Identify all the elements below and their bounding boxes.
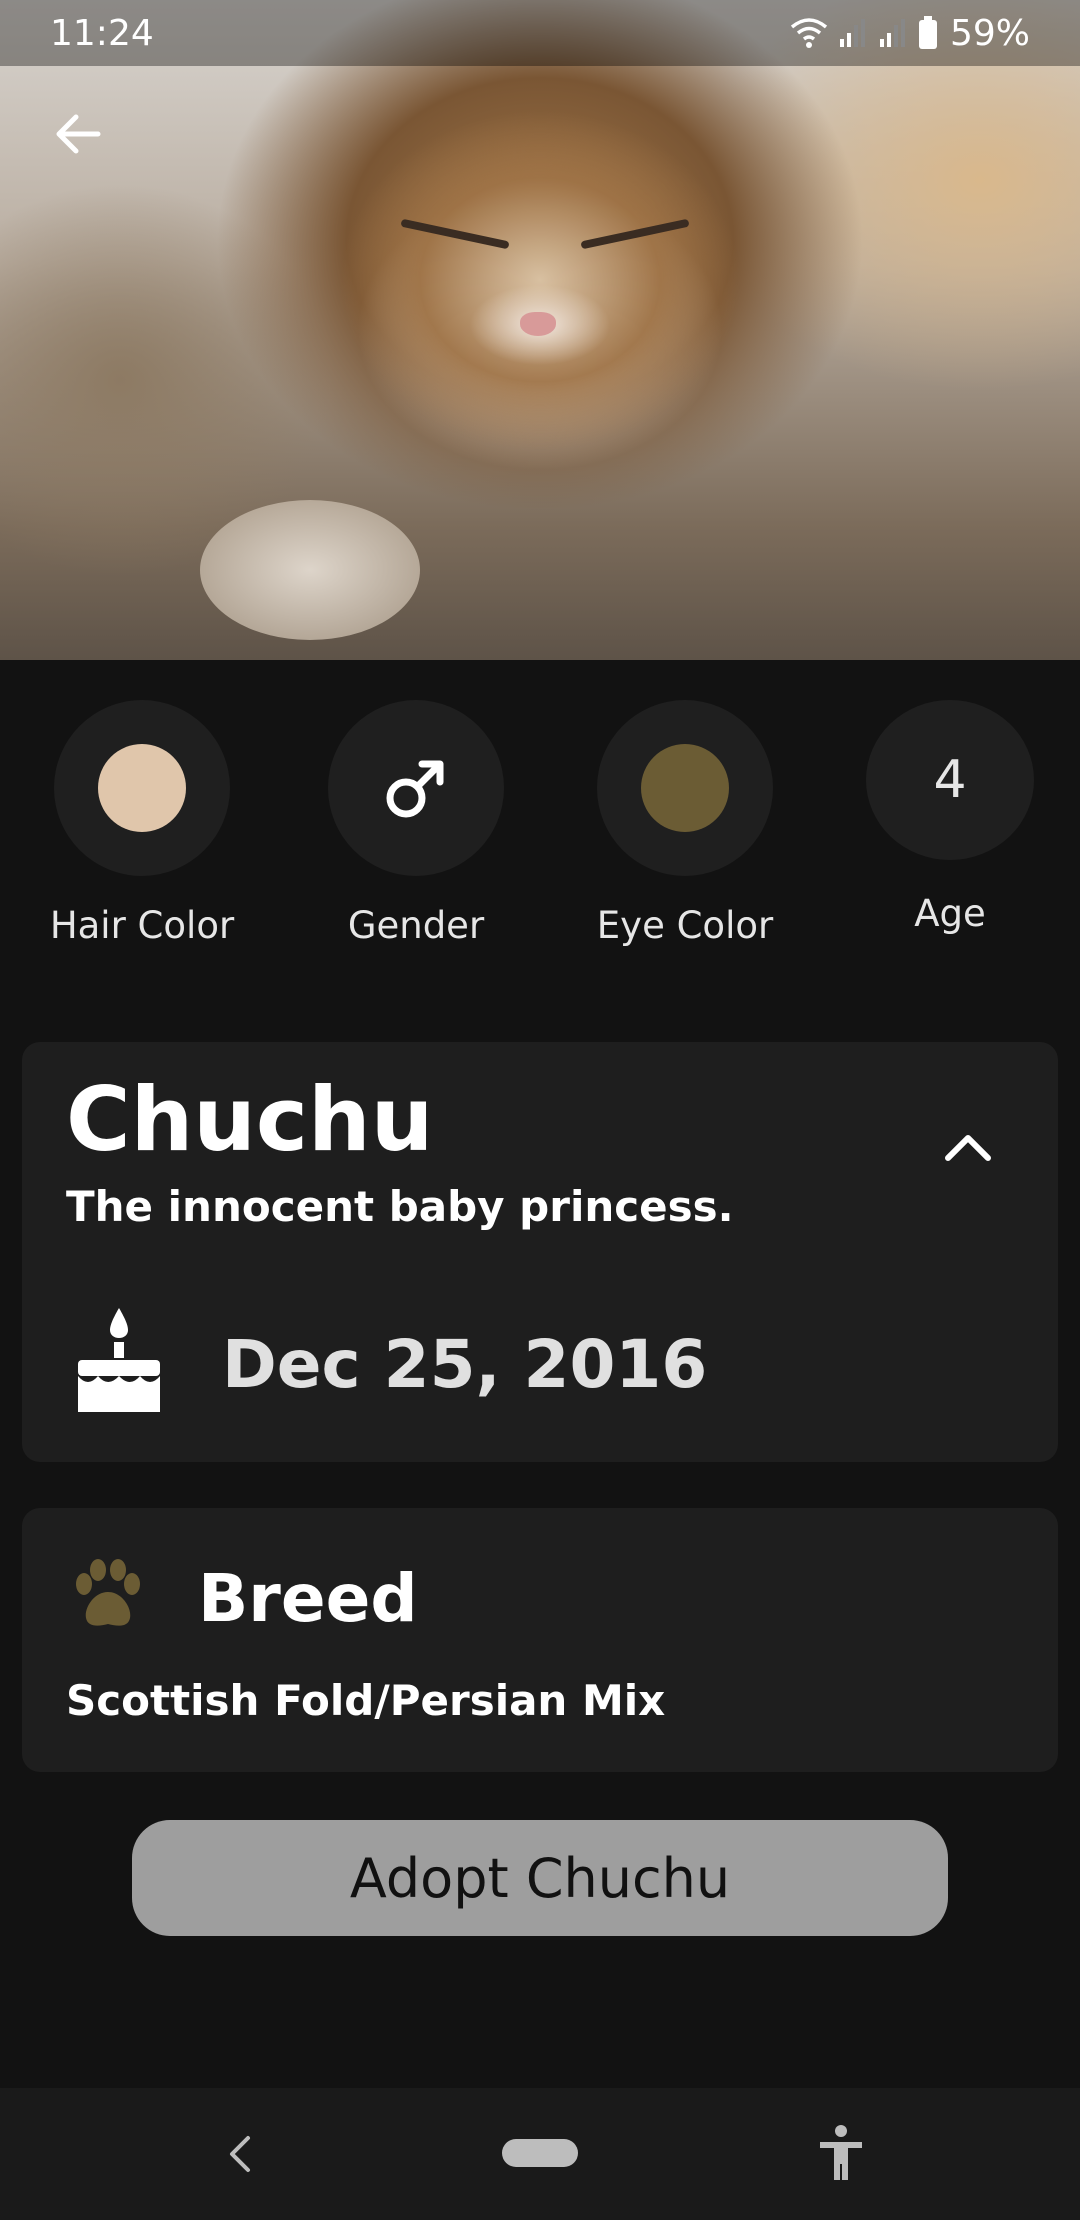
age-label: Age — [914, 892, 986, 935]
cat-nose — [520, 312, 556, 336]
attribute-row: Hair Color Gender Eye Color 4 Age — [0, 700, 1080, 960]
battery-percent: 59% — [949, 12, 1030, 54]
arrow-left-icon[interactable] — [50, 106, 106, 162]
accessibility-icon[interactable] — [816, 2124, 866, 2182]
adopt-button[interactable]: Adopt Chuchu — [132, 1820, 948, 1936]
status-bar: 11:24 59% — [0, 0, 1080, 66]
eye-color-circle — [597, 700, 773, 876]
status-icons — [790, 16, 938, 50]
chevron-up-icon[interactable] — [938, 1118, 998, 1178]
profile-card: Chuchu The innocent baby princess. Dec 2… — [22, 1042, 1058, 1462]
gender-label: Gender — [347, 904, 485, 947]
cake-icon — [78, 1308, 160, 1412]
hair-color-label: Hair Color — [49, 904, 235, 947]
hair-color-attribute: Hair Color — [50, 700, 234, 947]
system-nav-bar — [0, 2088, 1080, 2220]
paw-icon — [76, 1559, 140, 1626]
male-symbol-icon — [386, 760, 444, 818]
age-attribute: 4 Age — [866, 700, 1034, 935]
hair-color-swatch — [98, 744, 186, 832]
signal-icon — [839, 19, 865, 47]
nav-home-pill[interactable] — [502, 2139, 578, 2167]
age-value: 4 — [933, 750, 967, 810]
cat-paw — [200, 500, 420, 640]
age-circle: 4 — [866, 700, 1034, 860]
nav-back-icon[interactable] — [222, 2132, 258, 2176]
pet-tagline: The innocent baby princess. — [66, 1182, 734, 1231]
status-right: 59% — [790, 13, 1030, 54]
birthday-date: Dec 25, 2016 — [222, 1326, 708, 1403]
gender-attribute: Gender — [328, 700, 504, 947]
hair-color-circle — [54, 700, 230, 876]
eye-color-attribute: Eye Color — [597, 700, 773, 947]
signal-icon — [879, 19, 905, 47]
pet-photo: 11:24 59% — [0, 0, 1080, 660]
wifi-icon — [790, 18, 828, 48]
cat-face-shape — [330, 100, 750, 460]
breed-title: Breed — [198, 1560, 418, 1637]
eye-color-swatch — [641, 744, 729, 832]
breed-value: Scottish Fold/Persian Mix — [66, 1676, 666, 1725]
status-time: 11:24 — [50, 12, 154, 54]
battery-icon — [918, 16, 937, 49]
pet-name: Chuchu — [66, 1068, 434, 1171]
gender-circle — [328, 700, 504, 876]
eye-color-label: Eye Color — [596, 904, 774, 947]
breed-card: Breed Scottish Fold/Persian Mix — [22, 1508, 1058, 1772]
